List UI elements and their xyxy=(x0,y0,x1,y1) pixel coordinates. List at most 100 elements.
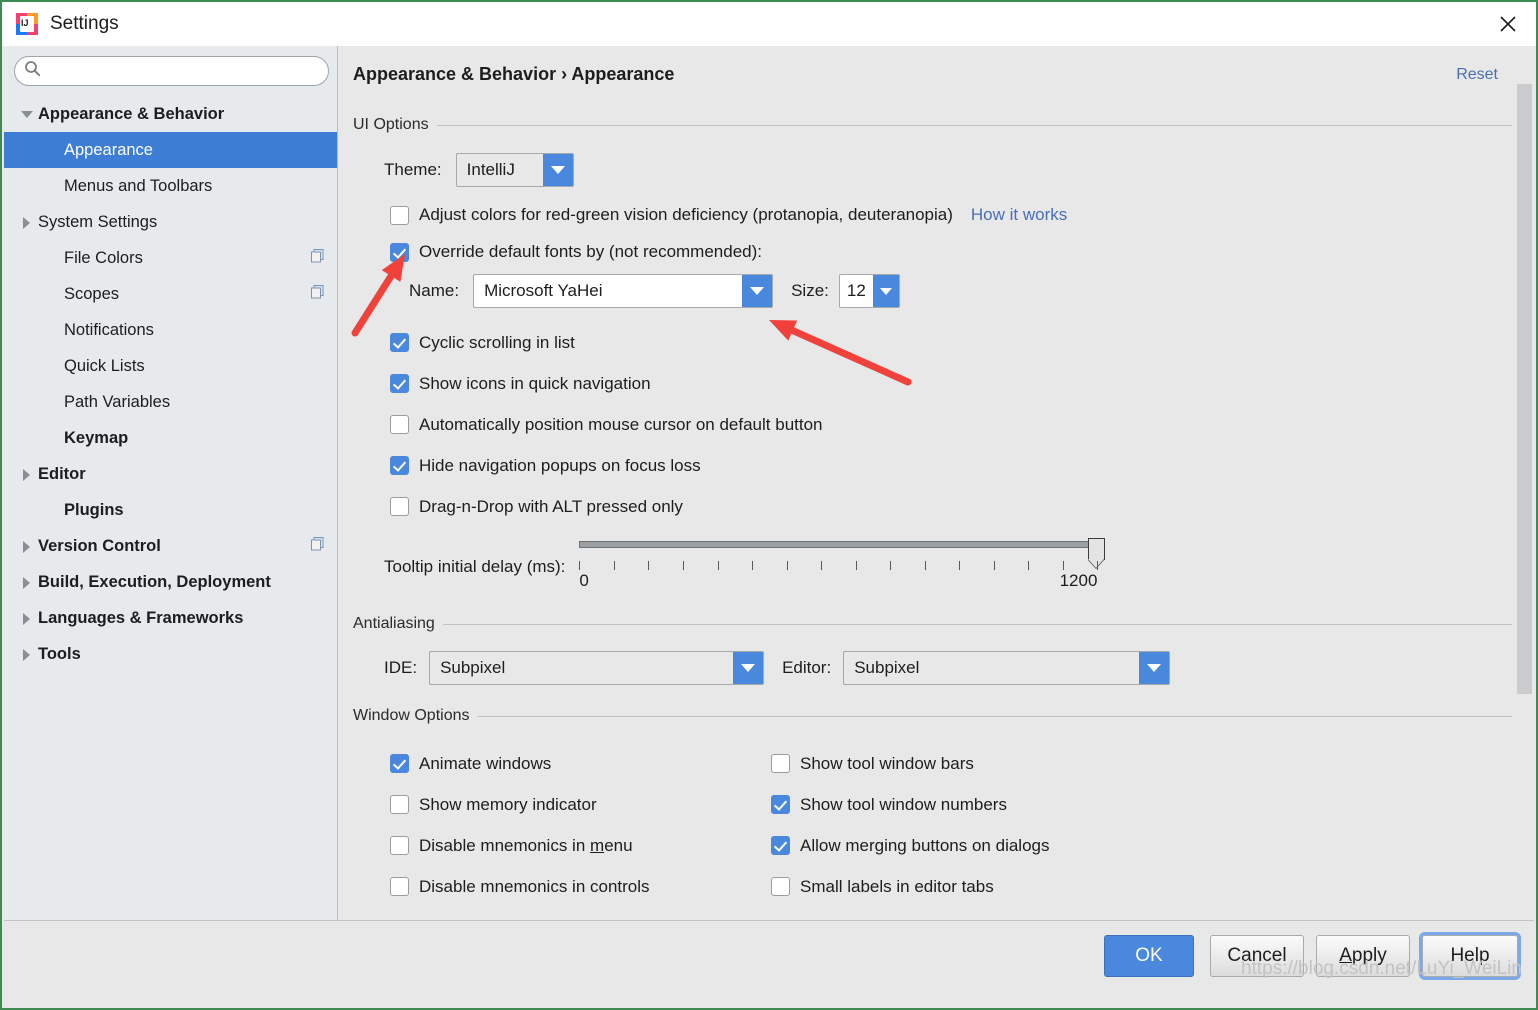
apply-rest: pply xyxy=(1351,945,1387,966)
animate-windows-checkbox[interactable] xyxy=(390,754,409,773)
chevron-right-icon[interactable] xyxy=(18,610,34,626)
sidebar-item-version-control[interactable]: Version Control xyxy=(4,528,337,564)
theme-row: Theme: IntelliJ xyxy=(384,153,1512,187)
adjust-colors-checkbox[interactable] xyxy=(390,205,409,225)
help-button[interactable]: Help xyxy=(1422,935,1518,977)
sidebar-item-appearance-behavior[interactable]: Appearance & Behavior xyxy=(4,96,337,132)
chevron-right-icon[interactable] xyxy=(18,574,34,590)
show-tool-window-bars-checkbox[interactable] xyxy=(771,754,790,773)
slider-tick xyxy=(579,561,581,570)
search-area xyxy=(4,46,337,92)
drag-n-drop-with-alt-pressed-only-label: Drag-n-Drop with ALT pressed only xyxy=(419,496,683,516)
chevron-down-icon[interactable] xyxy=(542,154,573,186)
chevron-right-icon[interactable] xyxy=(18,646,34,662)
sidebar-item-quick-lists[interactable]: Quick Lists xyxy=(4,348,337,384)
slider-tick xyxy=(821,561,823,570)
reset-link[interactable]: Reset xyxy=(1456,66,1498,84)
chevron-down-icon[interactable] xyxy=(733,652,764,684)
copy-settings-icon xyxy=(310,248,325,268)
show-tool-window-numbers-checkbox[interactable] xyxy=(771,795,790,814)
sidebar-item-plugins[interactable]: Plugins xyxy=(4,492,337,528)
slider-thumb[interactable] xyxy=(1088,538,1106,560)
sidebar-item-scopes[interactable]: Scopes xyxy=(4,276,337,312)
ide-antialiasing-dropdown[interactable]: Subpixel xyxy=(429,651,765,685)
sidebar-item-appearance[interactable]: Appearance xyxy=(4,132,337,168)
window-options-right-column: Show tool window bars Show tool window nu… xyxy=(771,743,1049,907)
cancel-button[interactable]: Cancel xyxy=(1210,935,1304,977)
show-icons-in-quick-navigation-checkbox[interactable] xyxy=(390,374,409,393)
sidebar-item-system-settings[interactable]: System Settings xyxy=(4,204,337,240)
font-size-spinner[interactable]: 12 xyxy=(838,274,900,308)
font-size-value: 12 xyxy=(846,281,866,300)
slider-track[interactable] xyxy=(579,541,1098,548)
slider-tick xyxy=(1028,561,1030,570)
chevron-down-icon[interactable] xyxy=(872,275,899,307)
hide-navigation-popups-on-focus-loss-checkbox[interactable] xyxy=(390,456,409,475)
sidebar-item-menus-and-toolbars[interactable]: Menus and Toolbars xyxy=(4,168,337,204)
automatically-position-mouse-cursor-on-default-button-label: Automatically position mouse cursor on d… xyxy=(419,414,823,434)
disable-mnemonics-in-controls-checkbox[interactable] xyxy=(390,877,409,896)
vertical-scrollbar[interactable] xyxy=(1515,84,1532,922)
show-icons-in-quick-navigation-row: Show icons in quick navigation xyxy=(390,363,1512,404)
chevron-right-icon[interactable] xyxy=(18,214,34,230)
sidebar-item-label: Keymap xyxy=(64,428,129,447)
sidebar-item-languages-frameworks[interactable]: Languages & Frameworks xyxy=(4,600,337,636)
show-icons-in-quick-navigation-label: Show icons in quick navigation xyxy=(419,373,651,393)
chevron-down-icon[interactable] xyxy=(18,106,34,122)
chevron-right-icon[interactable] xyxy=(18,538,34,554)
disable-mnemonics-in-menu-row: Disable mnemonics in menu xyxy=(390,825,650,866)
sidebar-item-path-variables[interactable]: Path Variables xyxy=(4,384,337,420)
show-tool-window-numbers-row: Show tool window numbers xyxy=(771,784,1049,825)
font-name-dropdown[interactable]: Microsoft YaHei xyxy=(473,274,774,308)
automatically-position-mouse-cursor-on-default-button-row: Automatically position mouse cursor on d… xyxy=(390,404,1512,445)
show-tool-window-numbers-label: Show tool window numbers xyxy=(800,794,1007,814)
scrollbar-thumb[interactable] xyxy=(1517,84,1532,694)
sidebar-item-keymap[interactable]: Keymap xyxy=(4,420,337,456)
antialiasing-row: IDE: Subpixel Editor: Subpixel xyxy=(384,651,1512,685)
sidebar-item-editor[interactable]: Editor xyxy=(4,456,337,492)
editor-antialiasing-dropdown[interactable]: Subpixel xyxy=(843,651,1171,685)
tooltip-delay-label: Tooltip initial delay (ms): xyxy=(384,557,566,576)
small-labels-in-editor-tabs-checkbox[interactable] xyxy=(771,877,790,896)
show-memory-indicator-checkbox[interactable] xyxy=(390,795,409,814)
disable-mnemonics-in-menu-checkbox[interactable] xyxy=(390,836,409,855)
apply-button[interactable]: Apply xyxy=(1316,935,1410,977)
how-it-works-link[interactable]: How it works xyxy=(971,205,1067,225)
editor-antialiasing-label: Editor: xyxy=(782,658,832,677)
allow-merging-buttons-on-dialogs-row: Allow merging buttons on dialogs xyxy=(771,825,1049,866)
automatically-position-mouse-cursor-on-default-button-checkbox[interactable] xyxy=(390,415,409,434)
theme-dropdown[interactable]: IntelliJ xyxy=(455,153,574,187)
copy-settings-icon xyxy=(310,536,325,556)
hide-navigation-popups-on-focus-loss-row: Hide navigation popups on focus loss xyxy=(390,445,1512,486)
dialog-button-bar: OK Cancel Apply Help https://blog.csdn.n… xyxy=(4,920,1534,1006)
sidebar-item-file-colors[interactable]: File Colors xyxy=(4,240,337,276)
show-memory-indicator-row: Show memory indicator xyxy=(390,784,650,825)
override-fonts-checkbox[interactable] xyxy=(390,242,409,262)
tooltip-delay-slider[interactable]: 0 1200 xyxy=(579,538,1106,599)
slider-tick xyxy=(752,561,754,570)
search-box[interactable] xyxy=(14,56,329,86)
search-input[interactable] xyxy=(41,58,328,84)
theme-label: Theme: xyxy=(384,160,442,179)
sidebar-item-build-execution-deployment[interactable]: Build, Execution, Deployment xyxy=(4,564,337,600)
cyclic-scrolling-in-list-row: Cyclic scrolling in list xyxy=(390,322,1512,363)
sidebar-item-notifications[interactable]: Notifications xyxy=(4,312,337,348)
sidebar-item-label: System Settings xyxy=(38,212,158,231)
chevron-down-icon[interactable] xyxy=(742,275,773,307)
ok-button[interactable]: OK xyxy=(1104,935,1194,977)
cyclic-scrolling-in-list-checkbox[interactable] xyxy=(390,333,409,352)
override-fonts-label: Override default fonts by (not recommend… xyxy=(419,242,762,261)
settings-sidebar: Appearance & Behavior Appearance Menus and… xyxy=(4,46,338,922)
close-icon[interactable] xyxy=(1480,2,1536,46)
small-labels-in-editor-tabs-row: Small labels in editor tabs xyxy=(771,866,1049,907)
sidebar-item-tools[interactable]: Tools xyxy=(4,636,337,672)
tooltip-delay-row: Tooltip initial delay (ms): 0 1200 xyxy=(384,538,1512,599)
chevron-right-icon[interactable] xyxy=(18,466,34,482)
drag-n-drop-with-alt-pressed-only-checkbox[interactable] xyxy=(390,497,409,516)
allow-merging-buttons-on-dialogs-checkbox[interactable] xyxy=(771,836,790,855)
theme-value: IntelliJ xyxy=(466,160,515,179)
chevron-down-icon[interactable] xyxy=(1139,652,1170,684)
slider-tick xyxy=(648,561,650,570)
slider-tick xyxy=(786,561,788,570)
slider-tick xyxy=(924,561,926,570)
